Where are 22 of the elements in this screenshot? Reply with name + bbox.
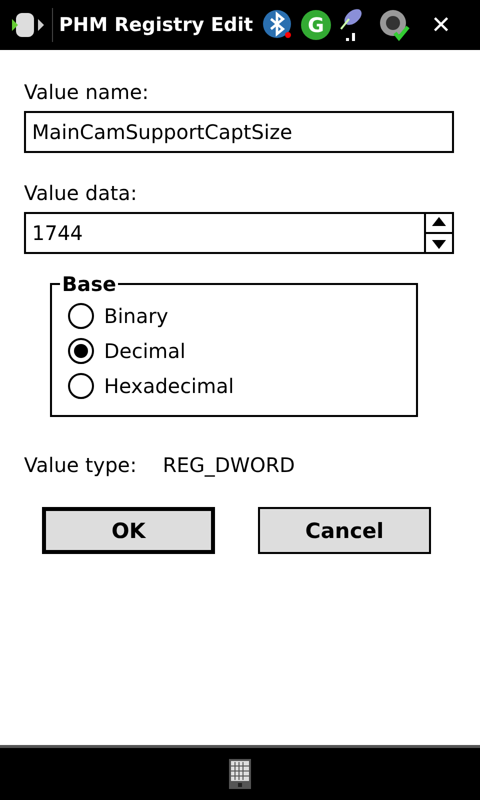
cancel-button[interactable]: Cancel <box>258 507 431 554</box>
value-data-field[interactable]: 1744 <box>24 212 424 254</box>
radio-button[interactable] <box>68 338 94 364</box>
down-arrow-icon[interactable] <box>432 240 446 249</box>
radio-button[interactable] <box>68 302 94 328</box>
up-arrow-icon[interactable] <box>432 217 446 226</box>
field-label: Value name: <box>24 80 149 104</box>
value-name-field[interactable]: MainCamSupportCaptSize <box>24 111 454 153</box>
field-label: Value data: <box>24 181 138 205</box>
radio-label[interactable]: Hexadecimal <box>104 374 234 398</box>
keyboard-icon[interactable] <box>229 759 251 789</box>
value-type-label: Value type: <box>24 453 137 477</box>
ok-button[interactable]: OK <box>42 507 215 554</box>
speaker-icon[interactable] <box>377 8 411 42</box>
radio-label[interactable]: Decimal <box>104 338 186 362</box>
group-title: Base <box>61 272 118 296</box>
close-button[interactable]: ✕ <box>425 11 458 39</box>
value-type: REG_DWORD <box>162 453 295 477</box>
radio-label[interactable]: Binary <box>104 304 168 328</box>
window-title: PHM Registry Edit <box>59 14 254 36</box>
radio-button[interactable] <box>68 372 94 398</box>
spin-control[interactable] <box>424 212 454 254</box>
